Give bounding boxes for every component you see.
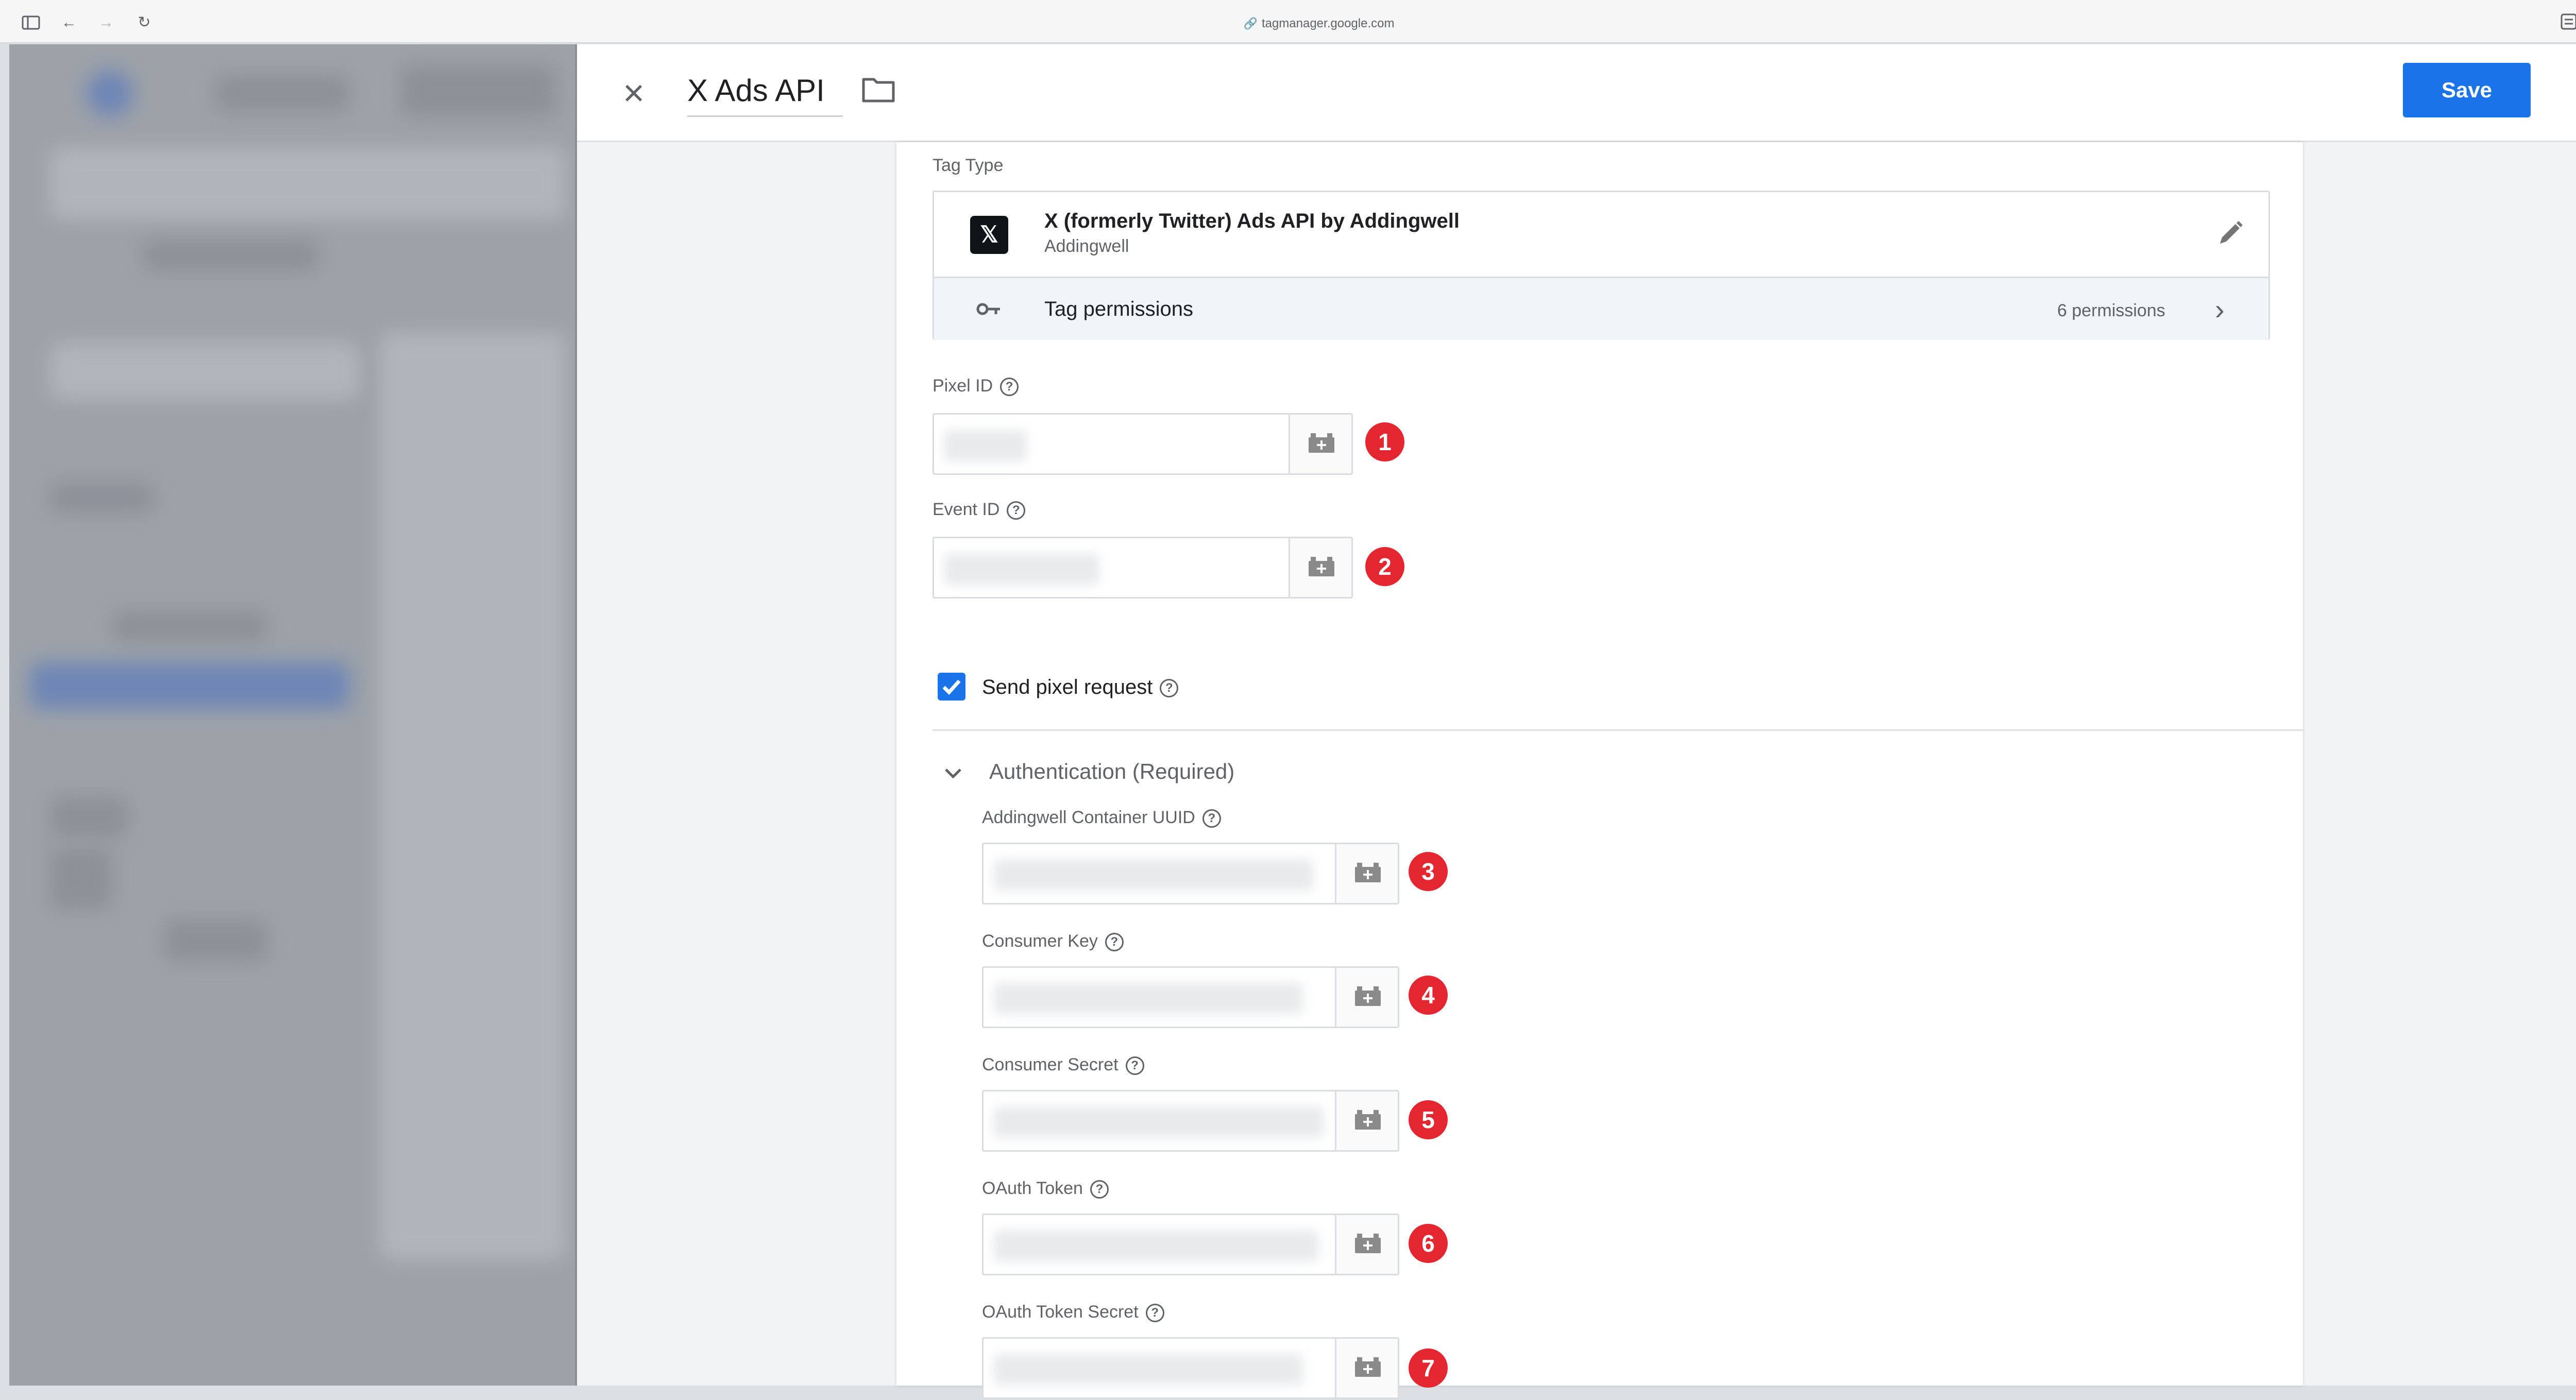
oauth-token-secret-label: OAuth Token Secret?	[982, 1302, 1164, 1323]
pixel-id-field[interactable]	[933, 413, 1353, 475]
reader-icon[interactable]	[2558, 12, 2576, 33]
step-badge: 5	[1409, 1100, 1448, 1139]
variable-picker-button[interactable]	[1335, 1091, 1398, 1150]
consumer-secret-label: Consumer Secret?	[982, 1055, 1144, 1075]
key-icon	[976, 300, 1002, 318]
step-badge: 2	[1365, 547, 1404, 586]
oauth-token-secret-label-text: OAuth Token Secret	[982, 1302, 1139, 1322]
blurred-value	[994, 860, 1313, 891]
consumer-secret-field[interactable]	[982, 1090, 1399, 1152]
address-bar[interactable]: 🔗 tagmanager.google.com	[1185, 14, 1453, 33]
reload-icon[interactable]: ↻	[134, 12, 155, 33]
browser-toolbar: ← → ↻ 🔗 tagmanager.google.com	[0, 0, 2576, 43]
tag-type-label: Tag Type	[933, 156, 1004, 175]
oauth-token-label-text: OAuth Token	[982, 1179, 1083, 1198]
variable-picker-button[interactable]	[1335, 844, 1398, 903]
tag-configuration-card: Tag Type 𝕏 X (formerly Twitter) Ads API …	[896, 142, 2303, 1399]
tag-editor-panel: × X Ads API Save ⋮ Tag Type 𝕏 X (formerl…	[575, 44, 2576, 1399]
help-icon[interactable]: ?	[1007, 501, 1026, 520]
tag-type-name: X (formerly Twitter) Ads API by Addingwe…	[1044, 210, 1460, 232]
tag-permissions-row[interactable]: Tag permissions 6 permissions ›	[934, 277, 2268, 340]
consumer-secret-label-text: Consumer Secret	[982, 1055, 1118, 1074]
permissions-count: 6 permissions	[2057, 301, 2165, 320]
container-uuid-label: Addingwell Container UUID?	[982, 808, 1221, 828]
sidebar-toggle-icon[interactable]	[21, 12, 41, 33]
event-id-field[interactable]	[933, 537, 1353, 599]
help-icon[interactable]: ?	[1105, 933, 1124, 952]
blurred-value	[994, 1354, 1303, 1385]
help-icon[interactable]: ?	[1000, 378, 1019, 397]
help-icon[interactable]: ?	[1202, 809, 1221, 828]
step-badge: 3	[1409, 852, 1448, 891]
oauth-token-secret-field[interactable]	[982, 1337, 1399, 1399]
background-app	[9, 44, 576, 1386]
blurred-value	[944, 430, 1027, 461]
variable-picker-button[interactable]	[1335, 1339, 1398, 1397]
tag-permissions-label: Tag permissions	[1044, 298, 1194, 320]
blurred-value	[994, 1107, 1324, 1138]
pixel-id-label-text: Pixel ID	[933, 376, 993, 396]
chevron-down-icon[interactable]	[938, 758, 969, 789]
step-badge: 1	[1365, 422, 1404, 462]
forward-icon[interactable]: →	[96, 12, 116, 33]
authentication-section-title[interactable]: Authentication (Required)	[989, 759, 1234, 784]
divider	[933, 729, 2303, 731]
edit-pencil-icon[interactable]	[2215, 218, 2246, 249]
oauth-token-label: OAuth Token?	[982, 1179, 1109, 1199]
help-icon[interactable]: ?	[1160, 679, 1179, 698]
link-icon: 🔗	[1243, 17, 1258, 30]
url-text: tagmanager.google.com	[1261, 16, 1395, 30]
consumer-key-label: Consumer Key?	[982, 931, 1124, 952]
help-icon[interactable]: ?	[1090, 1180, 1109, 1199]
send-pixel-checkbox[interactable]	[938, 673, 965, 701]
chevron-right-icon: ›	[2215, 293, 2225, 326]
send-pixel-label: Send pixel request?	[982, 676, 1179, 699]
variable-picker-button[interactable]	[1289, 415, 1351, 473]
variable-picker-button[interactable]	[1335, 1215, 1398, 1274]
send-pixel-label-text: Send pixel request	[982, 676, 1153, 698]
consumer-key-label-text: Consumer Key	[982, 931, 1098, 951]
help-icon[interactable]: ?	[1145, 1304, 1164, 1323]
step-badge: 6	[1409, 1224, 1448, 1263]
pixel-id-label: Pixel ID?	[933, 376, 1019, 397]
close-icon[interactable]: ×	[613, 73, 654, 114]
back-icon[interactable]: ←	[59, 12, 79, 33]
more-vert-icon[interactable]: ⋮	[2566, 67, 2576, 113]
container-uuid-field[interactable]	[982, 843, 1399, 904]
help-icon[interactable]: ?	[1125, 1056, 1144, 1075]
blurred-value	[994, 983, 1303, 1014]
oauth-token-field[interactable]	[982, 1214, 1399, 1275]
save-button[interactable]: Save	[2403, 63, 2531, 117]
panel-header: × X Ads API Save ⋮	[577, 44, 2576, 142]
blurred-value	[994, 1231, 1318, 1261]
consumer-key-field[interactable]	[982, 966, 1399, 1028]
step-badge: 4	[1409, 976, 1448, 1015]
container-uuid-label-text: Addingwell Container UUID	[982, 808, 1195, 827]
variable-picker-button[interactable]	[1289, 538, 1351, 597]
variable-picker-button[interactable]	[1335, 968, 1398, 1027]
tag-name-input[interactable]: X Ads API	[687, 73, 843, 117]
tag-type-box: 𝕏 X (formerly Twitter) Ads API by Adding…	[933, 191, 2270, 340]
tag-type-summary[interactable]: 𝕏 X (formerly Twitter) Ads API by Adding…	[934, 192, 2268, 277]
tag-type-vendor: Addingwell	[1044, 236, 1129, 256]
blurred-value	[944, 554, 1099, 585]
event-id-label: Event ID?	[933, 500, 1026, 520]
folder-icon[interactable]	[860, 74, 902, 110]
step-badge: 7	[1409, 1348, 1448, 1388]
event-id-label-text: Event ID	[933, 500, 1000, 519]
x-logo-icon: 𝕏	[970, 216, 1008, 254]
